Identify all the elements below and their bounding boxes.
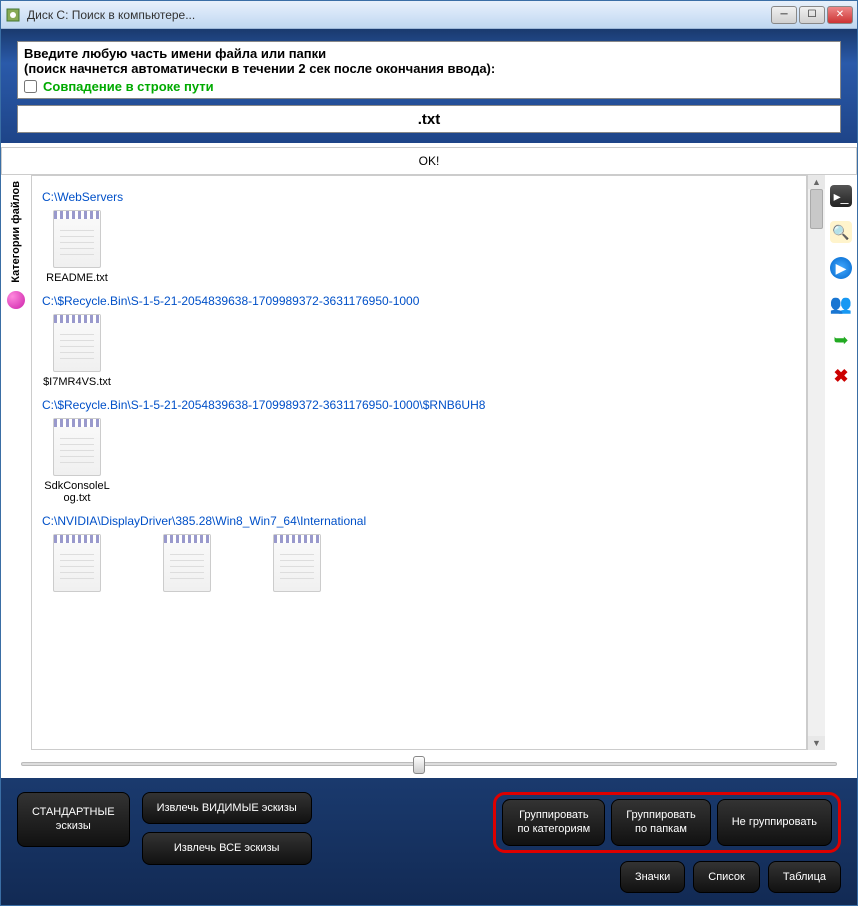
- match-path-row: Совпадение в строке пути: [24, 79, 834, 94]
- file-icon: [273, 534, 321, 592]
- file-item[interactable]: [262, 534, 332, 596]
- standard-sketches-button[interactable]: СТАНДАРТНЫЕ эскизы: [17, 792, 130, 847]
- file-item[interactable]: README.txt: [42, 210, 112, 284]
- forward-arrow-icon[interactable]: ➥: [830, 329, 852, 351]
- file-name: SdkConsoleLog.txt: [42, 480, 112, 504]
- users-icon[interactable]: 👥: [830, 293, 852, 315]
- label: Группировать: [517, 808, 590, 822]
- file-item[interactable]: SdkConsoleLog.txt: [42, 418, 112, 504]
- file-row: [42, 534, 796, 596]
- delete-icon[interactable]: ✖: [830, 365, 852, 387]
- match-path-label[interactable]: Совпадение в строке пути: [43, 79, 214, 94]
- label: СТАНДАРТНЫЕ: [32, 805, 115, 819]
- file-icon: [53, 534, 101, 592]
- rail-indicator-icon[interactable]: [7, 291, 25, 309]
- terminal-icon[interactable]: ▸_: [830, 185, 852, 207]
- view-list-button[interactable]: Список: [693, 861, 760, 893]
- file-item[interactable]: [152, 534, 222, 596]
- instruction-line-1: Введите любую часть имени файла или папк…: [24, 46, 834, 61]
- scroll-up-icon[interactable]: ▲: [808, 175, 825, 189]
- header-band: Введите любую часть имени файла или папк…: [1, 29, 857, 143]
- label: эскизы: [32, 819, 115, 833]
- app-icon: [5, 7, 21, 23]
- app-window: Диск C: Поиск в компьютере... ─ ☐ ✕ Введ…: [0, 0, 858, 906]
- group-header[interactable]: C:\WebServers: [42, 190, 796, 204]
- group-by-category-button[interactable]: Группировать по категориям: [502, 799, 605, 846]
- no-group-button[interactable]: Не группировать: [717, 799, 832, 846]
- file-item[interactable]: [42, 534, 112, 596]
- file-icon: [53, 210, 101, 268]
- zoom-slider-thumb[interactable]: [413, 756, 425, 774]
- group-header[interactable]: C:\$Recycle.Bin\S-1-5-21-2054839638-1709…: [42, 294, 796, 308]
- zoom-slider-bar: [1, 750, 857, 778]
- view-icons-button[interactable]: Значки: [620, 861, 685, 893]
- status-text: OK!: [419, 154, 440, 168]
- status-bar: OK!: [1, 147, 857, 175]
- extract-all-button[interactable]: Извлечь ВСЕ эскизы: [142, 832, 312, 864]
- label: по папкам: [626, 822, 696, 836]
- footer: СТАНДАРТНЫЕ эскизы Извлечь ВИДИМЫЕ эскиз…: [1, 778, 857, 905]
- extract-visible-button[interactable]: Извлечь ВИДИМЫЕ эскизы: [142, 792, 312, 824]
- file-name: README.txt: [46, 272, 108, 284]
- file-name: $I7MR4VS.txt: [43, 376, 111, 388]
- magnifier-icon[interactable]: 🔍: [830, 221, 852, 243]
- group-header[interactable]: C:\NVIDIA\DisplayDriver\385.28\Win8_Win7…: [42, 514, 796, 528]
- file-row: $I7MR4VS.txt: [42, 314, 796, 388]
- file-icon: [53, 314, 101, 372]
- results-pane[interactable]: C:\WebServers README.txt C:\$Recycle.Bin…: [31, 175, 807, 750]
- titlebar: Диск C: Поиск в компьютере... ─ ☐ ✕: [1, 1, 857, 29]
- group-header[interactable]: C:\$Recycle.Bin\S-1-5-21-2054839638-1709…: [42, 398, 796, 412]
- file-item[interactable]: $I7MR4VS.txt: [42, 314, 112, 388]
- instruction-line-2: (поиск начнется автоматически в течении …: [24, 61, 834, 76]
- extract-buttons: Извлечь ВИДИМЫЕ эскизы Извлечь ВСЕ эскиз…: [142, 792, 312, 865]
- scroll-down-icon[interactable]: ▼: [808, 736, 825, 750]
- main-area: Категории файлов C:\WebServers README.tx…: [1, 175, 857, 750]
- view-table-button[interactable]: Таблица: [768, 861, 841, 893]
- file-row: SdkConsoleLog.txt: [42, 418, 796, 504]
- match-path-checkbox[interactable]: [24, 80, 37, 93]
- left-rail: Категории файлов: [1, 175, 31, 750]
- categories-tab[interactable]: Категории файлов: [10, 181, 22, 283]
- label: по категориям: [517, 822, 590, 836]
- close-button[interactable]: ✕: [827, 6, 853, 24]
- view-mode-row: Значки Список Таблица: [620, 861, 841, 893]
- file-icon: [53, 418, 101, 476]
- results-scrollbar[interactable]: ▲ ▼: [807, 175, 825, 750]
- file-icon: [163, 534, 211, 592]
- play-icon[interactable]: ▶: [830, 257, 852, 279]
- minimize-button[interactable]: ─: [771, 6, 797, 24]
- label: Группировать: [626, 808, 696, 822]
- search-input[interactable]: [17, 105, 841, 133]
- instruction-box: Введите любую часть имени файла или папк…: [17, 41, 841, 99]
- zoom-slider[interactable]: [21, 762, 837, 766]
- window-title: Диск C: Поиск в компьютере...: [27, 8, 771, 22]
- grouping-box: Группировать по категориям Группировать …: [493, 792, 841, 853]
- right-toolbar: ▸_ 🔍 ▶ 👥 ➥ ✖: [825, 175, 857, 750]
- scroll-thumb[interactable]: [810, 189, 823, 229]
- footer-right: Группировать по категориям Группировать …: [493, 792, 841, 893]
- group-by-folder-button[interactable]: Группировать по папкам: [611, 799, 711, 846]
- window-controls: ─ ☐ ✕: [771, 6, 853, 24]
- file-row: README.txt: [42, 210, 796, 284]
- maximize-button[interactable]: ☐: [799, 6, 825, 24]
